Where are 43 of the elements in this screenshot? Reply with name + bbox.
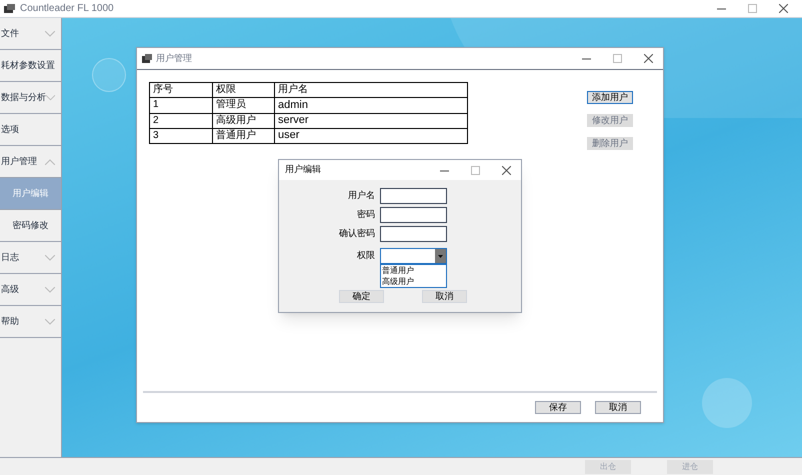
field-label: 权限 <box>356 249 375 262</box>
input-field[interactable] <box>380 226 447 242</box>
footer-button[interactable]: 取消 <box>595 400 641 414</box>
table-cell: 1 <box>150 98 212 113</box>
close-icon[interactable] <box>644 54 653 63</box>
sidebar-item[interactable]: 高级 <box>0 274 61 306</box>
dialog-button[interactable]: 确定 <box>339 290 384 303</box>
dialog-button[interactable]: 取消 <box>422 290 467 303</box>
table-cell: 3 <box>150 128 212 144</box>
footer-button[interactable]: 保存 <box>535 400 581 414</box>
sidebar-item[interactable]: 数据与分析 <box>0 82 61 114</box>
sidebar-item[interactable]: 帮助 <box>0 306 61 338</box>
column-header: 权限 <box>212 82 274 98</box>
table-cell: 普通用户 <box>212 128 274 144</box>
dialog-title: 用户编辑 <box>285 163 322 176</box>
sidebar-item[interactable]: 文件 <box>0 18 61 50</box>
input-field[interactable] <box>380 188 447 204</box>
app-icon <box>4 4 15 14</box>
column-header: 用户名 <box>274 82 468 98</box>
dropdown-option[interactable]: 高级用户 <box>381 276 446 287</box>
sidebar-subitem[interactable]: 密码修改 <box>0 210 61 242</box>
sidebar-item[interactable]: 选项 <box>0 114 61 146</box>
table-cell: 2 <box>150 113 212 128</box>
field-label: 密码 <box>356 208 375 222</box>
field-label: 确认密码 <box>338 227 375 240</box>
table-cell: 高级用户 <box>212 113 274 128</box>
sidebar-item[interactable]: 耗材参数设置 <box>0 50 61 82</box>
permission-dropdown[interactable] <box>380 248 447 264</box>
sidebar-item[interactable]: 日志 <box>0 242 61 274</box>
table-cell: 管理员 <box>212 98 274 113</box>
app-icon <box>142 54 152 63</box>
column-header: 序号 <box>150 82 212 98</box>
window-title: Countleader FL 1000 <box>20 2 115 16</box>
dialog-title: 用户管理 <box>156 52 193 65</box>
table-cell: server <box>274 113 468 128</box>
table-cell: admin <box>274 98 468 113</box>
close-icon[interactable] <box>502 166 511 174</box>
close-icon[interactable] <box>779 4 788 13</box>
side-button[interactable]: 添加用户 <box>587 91 633 104</box>
table-cell: user <box>274 128 468 144</box>
dropdown-option[interactable]: 普通用户 <box>381 265 446 276</box>
input-field[interactable] <box>380 207 447 223</box>
field-label: 用户名 <box>347 189 375 202</box>
